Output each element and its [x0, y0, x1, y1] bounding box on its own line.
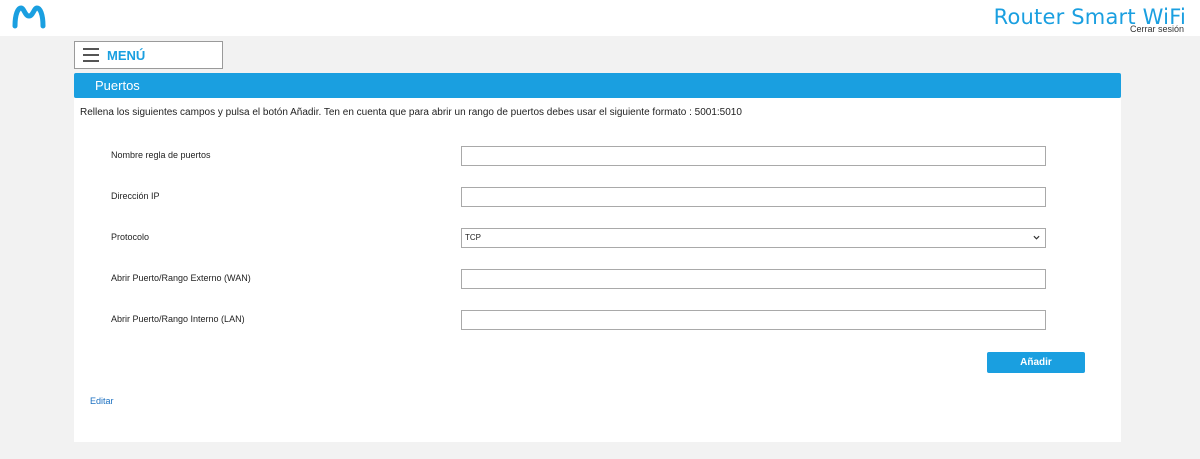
ip-address-label: Dirección IP — [111, 191, 160, 201]
protocol-label: Protocolo — [111, 232, 150, 242]
add-button[interactable]: Añadir — [987, 352, 1085, 373]
external-port-label: Abrir Puerto/Rango Externo (WAN) — [111, 273, 251, 283]
ip-address-input[interactable] — [461, 187, 1046, 207]
rule-name-label: Nombre regla de puertos — [111, 150, 211, 160]
top-bar: Router Smart WiFi Cerrar sesión — [0, 0, 1200, 36]
protocol-select[interactable]: TCP — [461, 228, 1046, 248]
ports-form-panel: Rellena los siguientes campos y pulsa el… — [74, 98, 1121, 442]
internal-port-input[interactable] — [461, 310, 1046, 330]
menu-button[interactable]: MENÚ — [74, 41, 223, 69]
protocol-selected-value: TCP — [465, 233, 481, 242]
edit-link[interactable]: Editar — [90, 396, 114, 406]
section-title: Puertos — [95, 78, 140, 93]
instructions-text: Rellena los siguientes campos y pulsa el… — [80, 107, 742, 118]
hamburger-icon — [83, 48, 99, 62]
external-port-input[interactable] — [461, 269, 1046, 289]
section-header: Puertos — [74, 73, 1121, 98]
movistar-logo-icon[interactable] — [12, 4, 46, 30]
internal-port-label: Abrir Puerto/Rango Interno (LAN) — [111, 314, 245, 324]
menu-label: MENÚ — [107, 48, 146, 63]
rule-name-input[interactable] — [461, 146, 1046, 166]
logout-link[interactable]: Cerrar sesión — [1130, 24, 1184, 34]
chevron-down-icon — [1033, 235, 1040, 240]
